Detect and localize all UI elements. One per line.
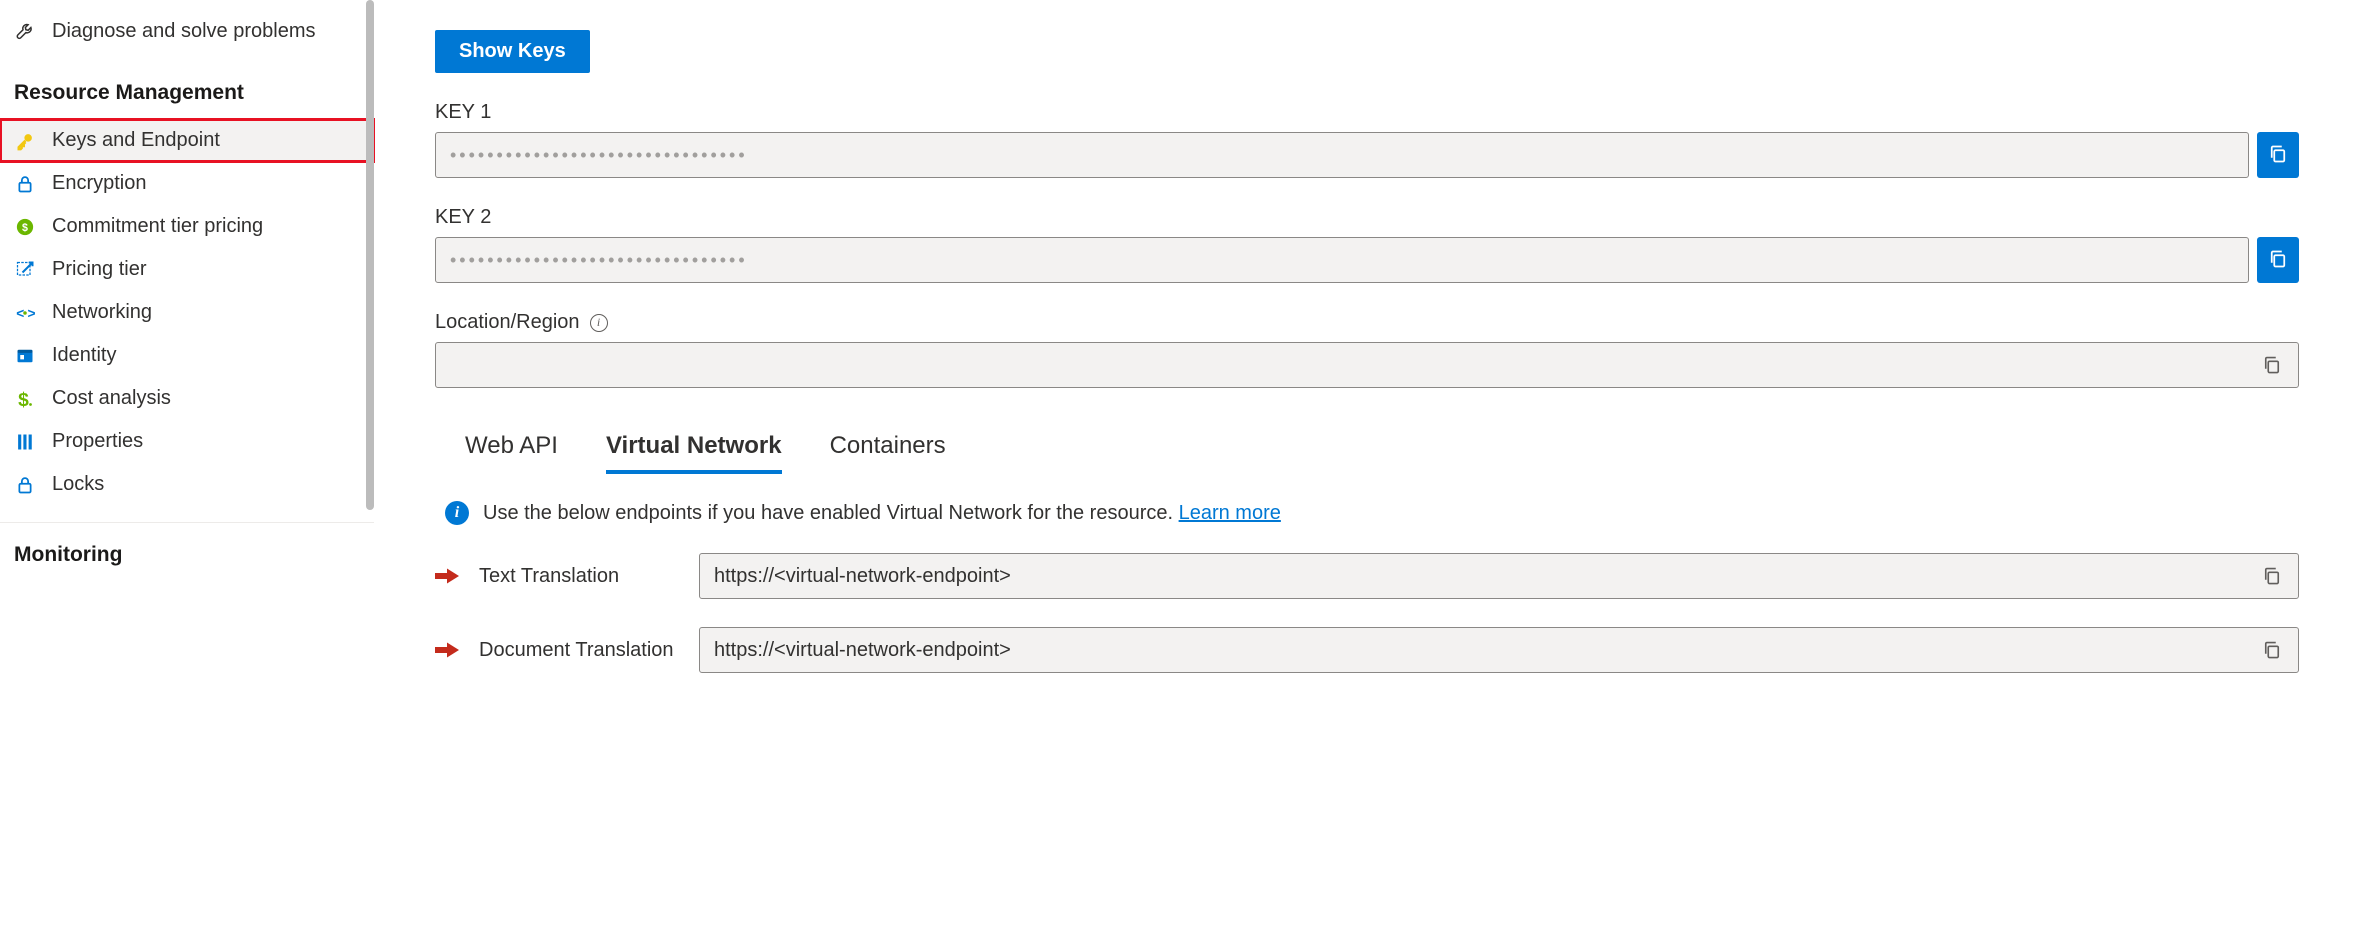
sidebar-item-label: Commitment tier pricing	[52, 215, 263, 238]
info-icon: i	[445, 501, 469, 525]
key2-label: KEY 2	[435, 206, 2299, 229]
sidebar-item-cost-analysis[interactable]: $ Cost analysis	[0, 377, 374, 420]
tab-containers[interactable]: Containers	[830, 432, 946, 474]
sidebar-item-diagnose[interactable]: Diagnose and solve problems	[0, 10, 374, 53]
copy-key2-button[interactable]	[2257, 237, 2299, 283]
lock-icon	[14, 474, 36, 496]
sidebar-item-identity[interactable]: Identity	[0, 334, 374, 377]
sidebar-item-commitment-pricing[interactable]: $ Commitment tier pricing	[0, 205, 374, 248]
info-text: Use the below endpoints if you have enab…	[483, 502, 1281, 525]
endpoint-label: Document Translation	[479, 639, 679, 662]
key2-input[interactable]	[435, 237, 2249, 283]
sidebar-item-properties[interactable]: Properties	[0, 420, 374, 463]
arrow-marker-icon	[435, 568, 459, 584]
location-input[interactable]	[435, 342, 2299, 388]
sidebar-item-label: Locks	[52, 473, 104, 496]
sidebar-item-locks[interactable]: Locks	[0, 463, 374, 506]
svg-text:<: <	[16, 306, 24, 321]
endpoint-text-input[interactable]: https://<virtual-network-endpoint>	[699, 553, 2299, 599]
copy-key1-button[interactable]	[2257, 132, 2299, 178]
networking-icon: < >	[14, 302, 36, 324]
properties-icon	[14, 431, 36, 453]
sidebar-item-label: Properties	[52, 430, 143, 453]
sidebar-item-keys-endpoint[interactable]: Keys and Endpoint	[0, 119, 374, 162]
learn-more-link[interactable]: Learn more	[1179, 502, 1281, 524]
endpoint-text-translation: Text Translation https://<virtual-networ…	[435, 553, 2299, 599]
dollar-circle-icon: $	[14, 216, 36, 238]
tab-virtual-network[interactable]: Virtual Network	[606, 432, 782, 474]
endpoint-document-translation: Document Translation https://<virtual-ne…	[435, 627, 2299, 673]
key1-input[interactable]	[435, 132, 2249, 178]
show-keys-button[interactable]: Show Keys	[435, 30, 590, 73]
sidebar-item-label: Encryption	[52, 172, 147, 195]
tab-web-api[interactable]: Web API	[465, 432, 558, 474]
svg-text:>: >	[28, 306, 36, 321]
sidebar-item-label: Cost analysis	[52, 387, 171, 410]
wrench-icon	[14, 21, 36, 43]
sidebar-item-pricing-tier[interactable]: Pricing tier	[0, 248, 374, 291]
sidebar-section-resource: Resource Management	[0, 53, 374, 119]
dollar-icon: $	[14, 388, 36, 410]
sidebar-item-label: Networking	[52, 301, 152, 324]
pricing-tier-icon	[14, 259, 36, 281]
info-outline-icon[interactable]: i	[590, 314, 608, 332]
endpoint-document-input[interactable]: https://<virtual-network-endpoint>	[699, 627, 2299, 673]
copy-icon	[2268, 249, 2288, 272]
endpoint-label: Text Translation	[479, 565, 679, 588]
sidebar-item-label: Identity	[52, 344, 116, 367]
key1-label: KEY 1	[435, 101, 2299, 124]
identity-icon	[14, 345, 36, 367]
svg-text:$: $	[22, 222, 28, 234]
copy-icon	[2268, 144, 2288, 167]
copy-location-button[interactable]	[2260, 353, 2284, 377]
sidebar-item-networking[interactable]: < > Networking	[0, 291, 374, 334]
sidebar-section-monitoring: Monitoring	[0, 522, 374, 581]
copy-endpoint-button[interactable]	[2260, 564, 2284, 588]
sidebar-item-encryption[interactable]: Encryption	[0, 162, 374, 205]
arrow-marker-icon	[435, 642, 459, 658]
sidebar-item-label: Keys and Endpoint	[52, 129, 220, 152]
info-banner: i Use the below endpoints if you have en…	[435, 501, 2299, 525]
lock-icon	[14, 173, 36, 195]
scrollbar[interactable]	[366, 0, 374, 703]
sidebar-item-label: Diagnose and solve problems	[52, 20, 316, 43]
sidebar-nav: Diagnose and solve problems Resource Man…	[0, 0, 375, 703]
svg-text:$: $	[18, 389, 29, 409]
copy-endpoint-button[interactable]	[2260, 638, 2284, 662]
main-content: Show Keys KEY 1 KEY 2	[375, 0, 2359, 703]
key-icon	[14, 130, 36, 152]
tabs: Web API Virtual Network Containers	[435, 432, 2299, 475]
sidebar-item-label: Pricing tier	[52, 258, 146, 281]
location-label: Location/Region i	[435, 311, 2299, 334]
